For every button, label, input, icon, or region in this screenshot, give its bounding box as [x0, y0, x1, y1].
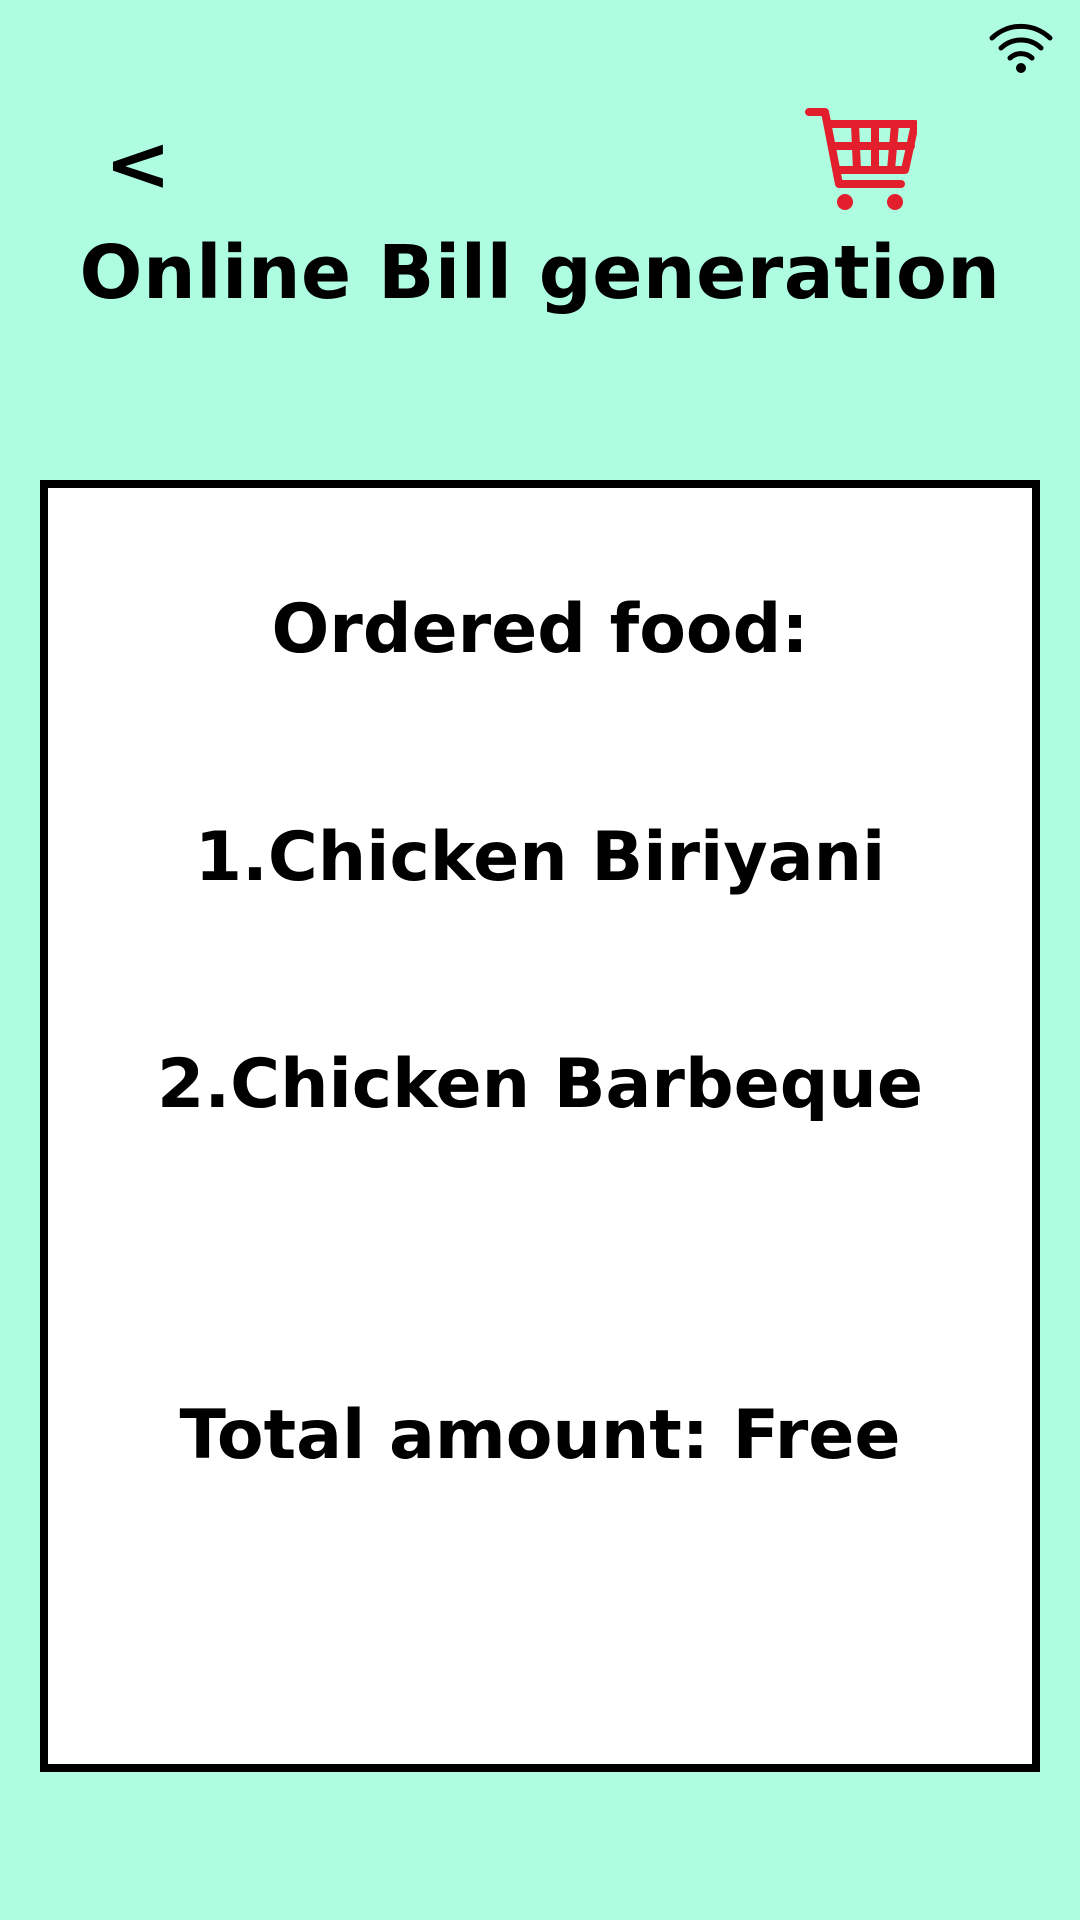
shopping-cart-icon	[805, 108, 919, 210]
ordered-item-1: 1.Chicken Biriyani	[194, 818, 886, 897]
cart-button[interactable]	[805, 104, 919, 216]
ordered-item-2: 2.Chicken Barbeque	[157, 1045, 923, 1124]
total-amount: Total amount: Free	[179, 1396, 901, 1475]
ordered-food-heading: Ordered food:	[271, 590, 809, 669]
back-button[interactable]: <	[104, 119, 172, 208]
wifi-icon	[988, 18, 1054, 74]
back-arrow-label: <	[104, 119, 172, 208]
page-title: Online Bill generation	[79, 230, 1001, 316]
bill-card: Ordered food: 1.Chicken Biriyani 2.Chick…	[40, 480, 1040, 1772]
